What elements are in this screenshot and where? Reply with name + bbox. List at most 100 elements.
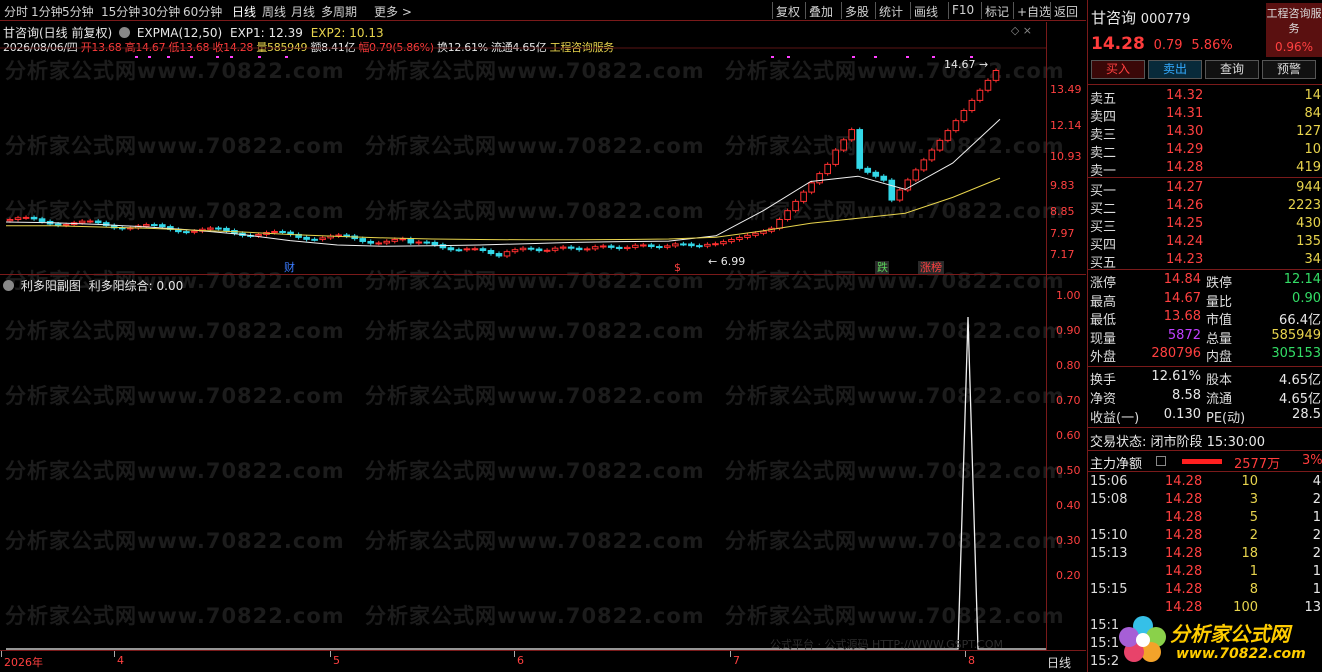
candlestick-chart[interactable]: 14.67 → ← 6.99 财 $ 跌 涨榜	[0, 22, 1086, 274]
bid-row[interactable]: 买一 14.27 944	[1088, 180, 1322, 199]
stat-value: 585949	[1271, 327, 1321, 343]
close-chart-icons[interactable]: ◇ ×	[1011, 24, 1032, 37]
candle-body	[471, 248, 479, 251]
period-tab-3[interactable]: 15分钟	[101, 3, 140, 20]
toolbar-action-4[interactable]: 画线	[914, 3, 938, 20]
tick-row: 15:06 14.28 10 4	[1088, 474, 1322, 492]
tick-row: 14.28 1 1	[1088, 564, 1322, 582]
ask-row[interactable]: 卖四 14.31 84	[1088, 106, 1322, 125]
toolbar-action-7[interactable]: +自选	[1017, 3, 1051, 20]
candle-body	[303, 236, 310, 240]
toolbar-action-1[interactable]: 叠加	[809, 3, 833, 20]
main-chart[interactable]: 甘咨询(日线 前复权) EXPMA(12,50) EXP1: 12.39 EXP…	[0, 22, 1086, 274]
ask-row[interactable]: 卖三 14.30 127	[1088, 124, 1322, 143]
toolbar-action-0[interactable]: 复权	[776, 3, 800, 20]
toolbar-action-8[interactable]: 返回	[1054, 3, 1078, 20]
candle-body	[888, 179, 896, 201]
time-axis-period[interactable]: 日线	[1047, 654, 1071, 671]
tick-volume: 2	[1249, 528, 1258, 543]
stat-row: 收益(一) 0.130 PE(动) 28.5	[1088, 407, 1322, 426]
bid-row[interactable]: 买四 14.24 135	[1088, 234, 1322, 253]
period-tab-2[interactable]: 5分钟	[62, 3, 94, 20]
candle-body	[672, 243, 679, 247]
sub-indicator-chart[interactable]	[0, 275, 1086, 650]
stat-value: 8.58	[1172, 388, 1201, 403]
period-tab-4[interactable]: 30分钟	[141, 3, 180, 20]
main-flow-menu-icon[interactable]	[1156, 456, 1166, 466]
ask-price: 14.29	[1166, 142, 1204, 157]
ask-volume: 419	[1296, 160, 1321, 175]
period-tab-7[interactable]: 周线	[262, 3, 286, 20]
time-tick: 8	[968, 654, 975, 667]
candle-body	[736, 236, 743, 241]
candle-body	[704, 243, 711, 247]
toolbar-action-2[interactable]: 多股	[845, 3, 869, 20]
stat-label: 跌停	[1206, 276, 1233, 291]
sub-chart[interactable]: 利多阳副图 利多阳综合: 0.00 1.00 0.90 0.80 0.70 0.60 0.…	[0, 275, 1086, 651]
period-tab-1[interactable]: 1分钟	[31, 3, 63, 20]
industry-badge[interactable]: 工程咨询服务 0.96%	[1266, 3, 1322, 57]
candle-body	[575, 247, 583, 251]
tick-time: 15:08	[1090, 492, 1128, 507]
time-tick: 6	[517, 654, 524, 667]
bid-label: 买一	[1090, 184, 1117, 199]
candle-body	[207, 227, 214, 230]
stat-value: 14.67	[1163, 290, 1201, 306]
candle-body	[976, 89, 984, 101]
event-marker-1[interactable]: $	[674, 261, 681, 274]
event-marker-2[interactable]: 跌	[877, 260, 888, 274]
candle-body	[864, 167, 872, 173]
candle-body	[159, 224, 166, 228]
price-change: 0.79	[1153, 38, 1183, 53]
tick-volume: 18	[1241, 546, 1258, 561]
ask-label: 卖二	[1090, 146, 1117, 161]
toolbar-action-5[interactable]: F10	[952, 3, 974, 17]
ask-row[interactable]: 卖五 14.32 14	[1088, 88, 1322, 107]
toolbar-action-3[interactable]: 统计	[879, 3, 903, 20]
price-tick: 8.85	[1050, 205, 1075, 218]
stat-value: 5872	[1167, 327, 1201, 343]
tick-time: 15:10	[1090, 528, 1128, 543]
candle-body	[591, 246, 599, 250]
candle-body	[607, 245, 615, 248]
time-tick-mark	[730, 651, 731, 657]
ask-volume: 14	[1304, 88, 1321, 103]
trade-button-0[interactable]: 买入	[1091, 60, 1145, 79]
trade-button-2[interactable]: 查询	[1205, 60, 1259, 79]
time-tick: 5	[333, 654, 340, 667]
period-tab-10[interactable]: 更多 >	[374, 3, 412, 20]
period-tab-6[interactable]: 日线	[232, 3, 256, 20]
stat-value: 0.90	[1292, 290, 1321, 306]
event-marker-3[interactable]: 涨榜	[920, 260, 942, 274]
period-tab-5[interactable]: 60分钟	[183, 3, 222, 20]
bid-label: 买三	[1090, 220, 1117, 235]
tick-price: 14.28	[1165, 582, 1203, 597]
toolbar-separator	[1013, 2, 1014, 19]
bid-row[interactable]: 买二 14.26 2223	[1088, 198, 1322, 217]
ask-row[interactable]: 卖二 14.29 10	[1088, 142, 1322, 161]
candle-body	[423, 241, 431, 244]
candle-body	[920, 159, 928, 171]
logo-url: www.70822.com	[1176, 646, 1306, 662]
candle-body	[720, 241, 727, 245]
period-tab-8[interactable]: 月线	[291, 3, 315, 20]
candle-body	[784, 210, 791, 220]
period-tab-9[interactable]: 多周期	[321, 3, 357, 20]
bid-label: 买二	[1090, 202, 1117, 217]
trade-button-1[interactable]: 卖出	[1148, 60, 1202, 79]
time-tick: 4	[117, 654, 124, 667]
toolbar-separator	[1050, 2, 1051, 19]
bid-row[interactable]: 买五 14.23 34	[1088, 252, 1322, 271]
trade-button-3[interactable]: 预警	[1262, 60, 1316, 79]
candle-body	[928, 149, 936, 161]
period-toolbar: 分时 1分钟 5分钟 15分钟 30分钟 60分钟 日线 周线 月线 多周期 更多 > 复权 叠加 多股…	[0, 0, 1086, 21]
tick-time: 15:2	[1090, 654, 1120, 669]
price-tick: 13.49	[1050, 83, 1082, 96]
ask-row[interactable]: 卖一 14.28 419	[1088, 160, 1322, 179]
signal-dot	[258, 56, 261, 58]
event-marker-0[interactable]: 财	[284, 260, 295, 274]
bid-row[interactable]: 买三 14.25 430	[1088, 216, 1322, 235]
toolbar-action-6[interactable]: 标记	[985, 3, 1009, 20]
period-tab-0[interactable]: 分时	[4, 3, 28, 20]
tick-volume: 10	[1241, 474, 1258, 489]
